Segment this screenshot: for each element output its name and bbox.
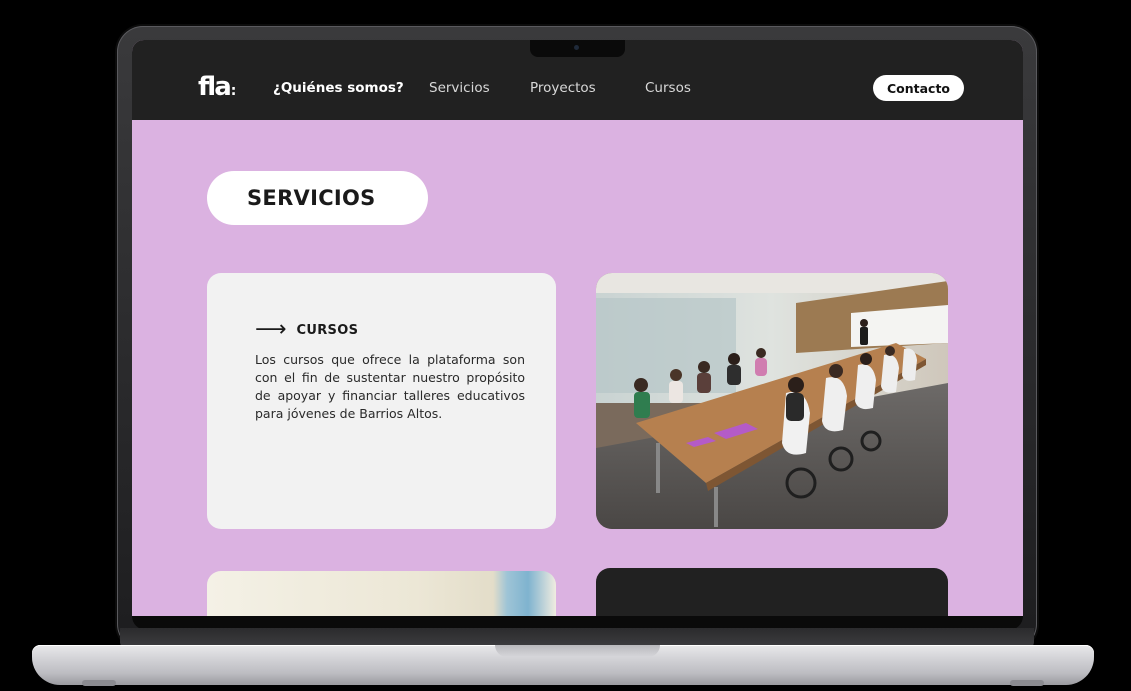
logo-text: fla	[198, 72, 232, 102]
nav-link-proyectos[interactable]: Proyectos	[530, 80, 596, 96]
nav-link-quienes-somos[interactable]: ¿Quiénes somos?	[273, 80, 404, 96]
logo-suffix: :	[230, 83, 237, 99]
laptop-base-notch	[495, 645, 660, 657]
website-screen: fla: ¿Quiénes somos? Servicios Proyectos…	[132, 40, 1023, 616]
section-title-pill: SERVICIOS	[207, 171, 428, 225]
meeting-room-photo	[596, 273, 948, 529]
camera-notch	[530, 40, 625, 57]
arrow-right-icon: ⟶	[255, 317, 287, 342]
meeting-room-illustration	[596, 273, 948, 529]
camera-icon	[574, 45, 579, 50]
nav-link-cursos[interactable]: Cursos	[645, 80, 691, 96]
laptop-foot-left	[82, 680, 116, 686]
laptop-foot-right	[1010, 680, 1044, 686]
section-title: SERVICIOS	[247, 186, 376, 210]
card-heading: ⟶ CURSOS	[255, 317, 359, 342]
laptop-mockup: fla: ¿Quiénes somos? Servicios Proyectos…	[0, 0, 1131, 691]
bottom-right-card[interactable]	[596, 568, 948, 616]
card-title: CURSOS	[296, 322, 359, 338]
contact-button[interactable]: Contacto	[873, 75, 964, 101]
cursos-card[interactable]: ⟶ CURSOS Los cursos que ofrece la plataf…	[207, 273, 556, 529]
bottom-left-card[interactable]	[207, 571, 556, 616]
logo[interactable]: fla:	[198, 74, 236, 104]
card-description: Los cursos que ofrece la plataforma son …	[255, 352, 525, 421]
nav-link-servicios[interactable]: Servicios	[429, 80, 490, 96]
